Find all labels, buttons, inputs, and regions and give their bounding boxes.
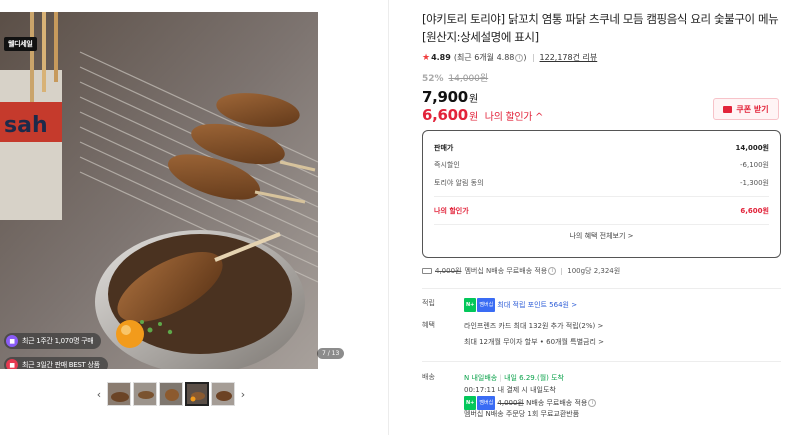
membership-badge: 멤버십 bbox=[477, 298, 496, 312]
arrival-date: 내일 6.29.(월) 도착 bbox=[504, 374, 564, 382]
breakdown-value: 14,000원 bbox=[735, 143, 769, 152]
info-icon[interactable]: i bbox=[548, 267, 557, 275]
my-price-value: 6,600 bbox=[422, 106, 468, 124]
rating-detail: (최근 6개월 4.88 bbox=[453, 53, 515, 62]
my-price-label: 나의 할인가 ^ bbox=[484, 112, 544, 123]
shipping-summary: 4,000원 멤버십 N배송 무료배송 적용 i 100g당 2,324원 bbox=[422, 266, 620, 276]
svg-text:sah: sah bbox=[4, 113, 48, 138]
order-timer: 00:17:11 내 결제 시 내일도착 bbox=[464, 386, 556, 394]
divider bbox=[422, 361, 781, 362]
coupon-icon bbox=[723, 105, 733, 113]
sale-price-value: 7,900 bbox=[422, 88, 468, 106]
points-label: 적립 bbox=[422, 299, 435, 307]
delivery-fee-row: N+ 멤버십 4,000원 N배송 무료배송 적용 i bbox=[464, 396, 597, 410]
arrival-row: N 내일배송 | 내일 6.29.(월) 도착 bbox=[464, 374, 564, 382]
thumbnail[interactable] bbox=[211, 382, 235, 406]
my-price-row: 나의 할인가 6,600원 bbox=[434, 203, 769, 221]
coupon-label: 쿠폰 받기 bbox=[736, 104, 769, 114]
breakdown-label: 토리야 알림 동의 bbox=[434, 178, 484, 187]
breakdown-row: 판매가 14,000원 bbox=[434, 139, 769, 157]
breakdown-value: -1,300원 bbox=[739, 178, 769, 187]
product-main-image[interactable]: sah 웰디세일 ■ 최근 1주간 1,070명 구매 ■ 최근 3일간 판매 … bbox=[0, 12, 318, 369]
purchase-count-text: 최근 1주간 1,070명 구매 bbox=[22, 337, 94, 345]
product-info-panel: [야키토리 토리야] 닭꼬치 염통 파닭 츠쿠네 모듬 캠핑음식 요리 숯불구이… bbox=[422, 10, 784, 418]
delivery-body: N 내일배송 | 내일 6.29.(월) 도착 00:17:11 내 결제 시 … bbox=[464, 372, 597, 420]
breakdown-row: 즉시할인 -6,100원 bbox=[434, 157, 769, 175]
delivery-fee-text: N배송 무료배송 적용 bbox=[526, 399, 588, 407]
cart-icon: ■ bbox=[6, 335, 18, 347]
benefit-label: 혜택 bbox=[422, 321, 435, 329]
my-price-row-value: 6,600원 bbox=[740, 207, 769, 216]
thumbnail[interactable] bbox=[159, 382, 183, 406]
card-benefit-link[interactable]: 라인프렌즈 카드 최대 132원 추가 적립(2%) > bbox=[464, 320, 604, 332]
breakdown-value: -6,100원 bbox=[739, 161, 769, 170]
npay-badge: N+ bbox=[464, 298, 477, 312]
divider bbox=[422, 288, 781, 289]
separator bbox=[561, 267, 563, 275]
coupon-button[interactable]: 쿠폰 받기 bbox=[713, 98, 779, 120]
thumbnail-strip: ‹ › bbox=[92, 381, 250, 407]
shipping-fee-original: 4,000원 bbox=[435, 267, 462, 275]
divider bbox=[434, 224, 769, 225]
my-price-row-label: 나의 할인가 bbox=[434, 207, 469, 216]
rating-detail-close: ) bbox=[523, 53, 527, 62]
unit-price: 100g당 2,324원 bbox=[567, 267, 621, 275]
benefit-section: 혜택 라인프렌즈 카드 최대 132원 추가 적립(2%) > 최대 12개월 … bbox=[422, 320, 781, 348]
currency-unit: 원 bbox=[468, 112, 478, 123]
points-body[interactable]: N+ 멤버십 최대 적립 포인트 564원 > bbox=[464, 298, 578, 312]
product-title: [야키토리 토리야] 닭꼬치 염통 파닭 츠쿠네 모듬 캠핑음식 요리 숯불구이… bbox=[422, 12, 779, 44]
delivery-section: 배송 N 내일배송 | 내일 6.29.(월) 도착 00:17:11 내 결제… bbox=[422, 372, 781, 434]
grilled-skewers-photo: sah bbox=[0, 12, 318, 369]
breakdown-row: 토리야 알림 동의 -1,300원 bbox=[434, 174, 769, 192]
original-price: 14,000원 bbox=[448, 74, 489, 84]
star-icon: ★ bbox=[422, 52, 431, 63]
column-divider bbox=[388, 0, 389, 435]
best-seller-text: 최근 3일간 판매 BEST 상품 bbox=[22, 361, 100, 369]
purchase-count-badge: ■ 최근 1주간 1,070명 구매 bbox=[4, 333, 102, 349]
points-text: 최대 적립 포인트 564원 > bbox=[497, 301, 578, 309]
installment-link[interactable]: 최대 12개월 무이자 할부 • 60개월 특별금리 > bbox=[464, 336, 604, 348]
currency-unit: 원 bbox=[468, 94, 478, 105]
discount-row: 52% 14,000원 bbox=[422, 71, 784, 84]
best-seller-badge: ■ 최근 3일간 판매 BEST 상품 bbox=[4, 357, 108, 369]
price-breakdown-box: 판매가 14,000원 즉시할인 -6,100원 토리야 알림 동의 -1,30… bbox=[422, 130, 781, 258]
delivery-fee-original: 4,000원 bbox=[497, 399, 524, 407]
view-all-benefits-link[interactable]: 나의 혜택 전체보기 > bbox=[434, 231, 769, 241]
divider bbox=[434, 195, 769, 197]
review-count-link[interactable]: 122,178건 리뷰 bbox=[540, 52, 598, 63]
sale-badge: 웰디세일 bbox=[4, 37, 37, 51]
tomorrow-delivery-badge: N 내일배송 bbox=[464, 374, 498, 382]
thumbnail-active[interactable] bbox=[185, 382, 209, 406]
thumbnail[interactable] bbox=[133, 382, 157, 406]
discount-percent: 52% bbox=[422, 74, 444, 84]
shipping-fee-text: 멤버십 N배송 무료배송 적용 bbox=[464, 267, 548, 275]
separator bbox=[532, 53, 534, 62]
breakdown-label: 즉시할인 bbox=[434, 161, 460, 170]
delivery-label: 배송 bbox=[422, 373, 435, 381]
points-section: 적립 N+ 멤버십 최대 적립 포인트 564원 > bbox=[422, 298, 781, 312]
breakdown-label: 판매가 bbox=[434, 143, 454, 152]
info-icon[interactable]: i bbox=[515, 53, 524, 62]
thumbnail[interactable] bbox=[107, 382, 131, 406]
trophy-icon: ■ bbox=[6, 359, 18, 369]
truck-icon bbox=[422, 268, 432, 274]
benefit-body: 라인프렌즈 카드 최대 132원 추가 적립(2%) > 최대 12개월 무이자… bbox=[464, 320, 604, 348]
rating-row: ★ 4.89 (최근 6개월 4.88 i) 122,178건 리뷰 bbox=[422, 52, 784, 63]
info-icon[interactable]: i bbox=[588, 399, 597, 407]
free-exchange-text: 멤버십 N배송 주문당 1회 무료교환반품 bbox=[464, 410, 580, 418]
rating-score: 4.89 bbox=[431, 53, 451, 62]
chevron-left-icon[interactable]: ‹ bbox=[92, 381, 106, 407]
chevron-right-icon[interactable]: › bbox=[236, 381, 250, 407]
image-counter: 7 / 13 bbox=[317, 348, 345, 359]
